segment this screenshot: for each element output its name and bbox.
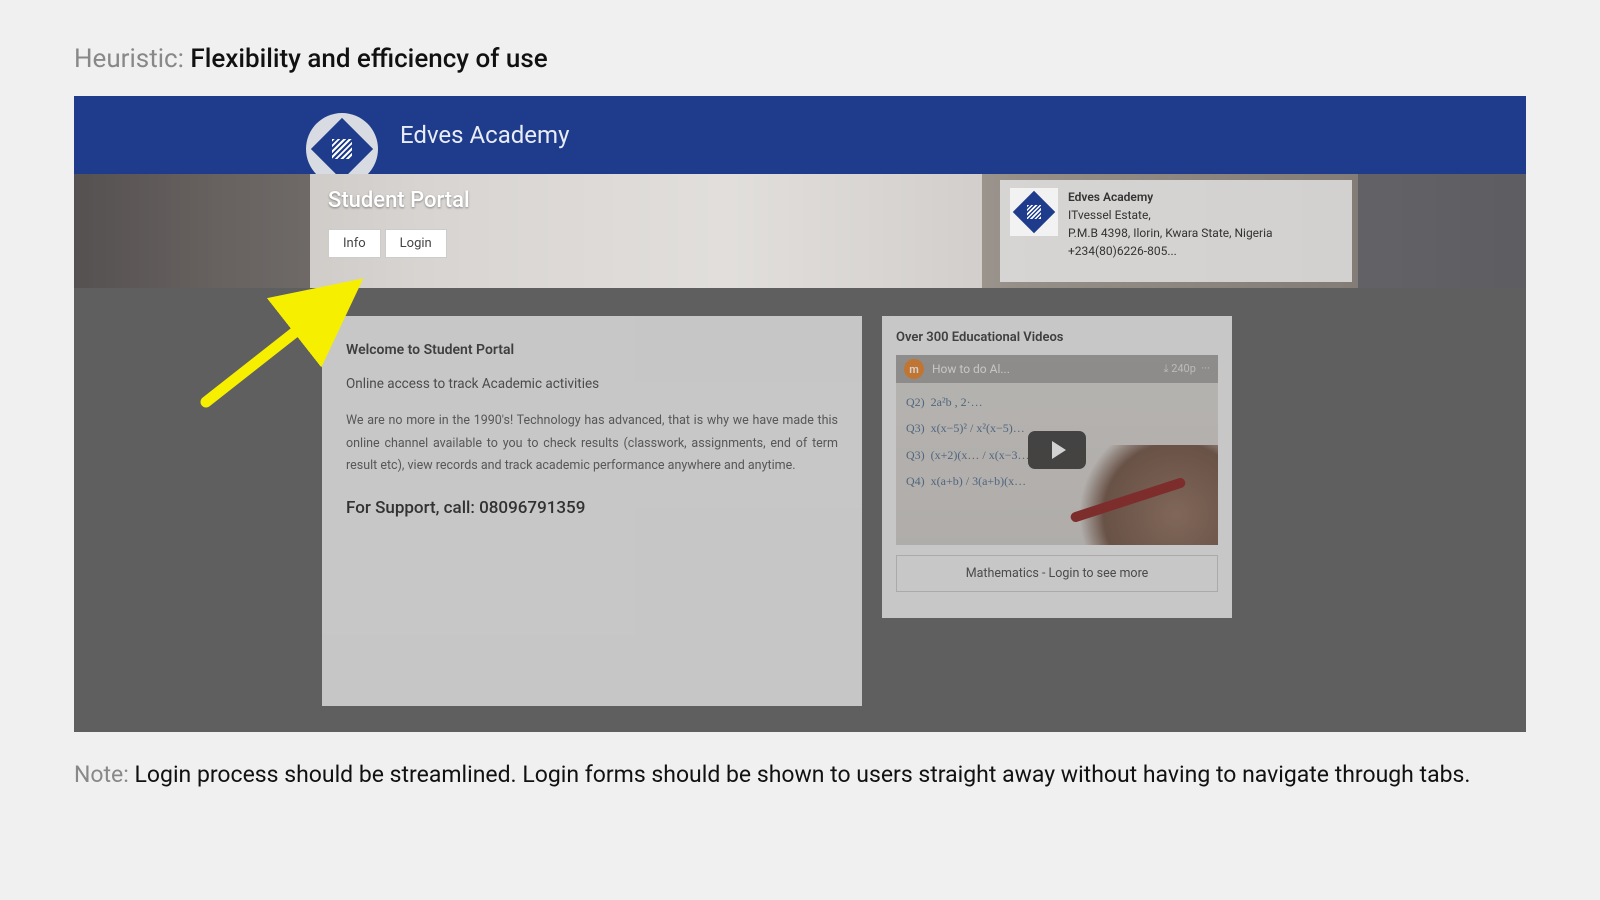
portal-tabs: Info Login: [328, 229, 964, 258]
annotated-screenshot: Edves Academy Student Portal Info Login …: [74, 96, 1526, 732]
welcome-body: We are no more in the 1990's! Technology…: [346, 410, 838, 478]
heuristic-value: Flexibility and efficiency of use: [190, 44, 547, 74]
video-math-scribbles: Q2) 2a²b , 2·… Q3) x(x−5)² / x²(x−5)… Q3…: [906, 389, 1030, 495]
note-label: Note:: [74, 761, 135, 788]
address-line1: ITvessel Estate,: [1068, 206, 1273, 224]
address-phone: +234(80)6226-805...: [1068, 242, 1273, 260]
video-badge-icon: m: [904, 359, 924, 379]
videos-heading: Over 300 Educational Videos: [896, 330, 1218, 345]
address-line2: P.M.B 4398, Ilorin, Kwara State, Nigeria: [1068, 224, 1273, 242]
tab-info[interactable]: Info: [328, 229, 381, 258]
content-row: Welcome to Student Portal Online access …: [322, 316, 1458, 706]
address-logo-icon: [1010, 188, 1058, 236]
note-body: Login process should be streamlined. Log…: [135, 761, 1471, 788]
address-text: Edves Academy ITvessel Estate, P.M.B 439…: [1068, 188, 1273, 260]
hero-bg-right: [1358, 174, 1526, 288]
play-icon[interactable]: [1028, 431, 1086, 469]
video-quality: ⤓ 240p ···: [1164, 362, 1210, 376]
welcome-title: Welcome to Student Portal: [346, 342, 838, 358]
portal-title: Student Portal: [328, 188, 964, 213]
welcome-panel: Welcome to Student Portal Online access …: [322, 316, 862, 706]
video-title: How to do Al...: [932, 362, 1010, 376]
welcome-subtitle: Online access to track Academic activiti…: [346, 376, 838, 392]
site-title: Edves Academy: [400, 121, 569, 149]
heuristic-label: Heuristic:: [74, 44, 190, 74]
hero-row: Student Portal Info Login Edves Academy …: [74, 174, 1526, 288]
videos-panel: Over 300 Educational Videos m How to do …: [882, 316, 1232, 618]
support-line: For Support, call: 08096791359: [346, 498, 838, 518]
address-name: Edves Academy: [1068, 188, 1273, 206]
note-text: Note: Login process should be streamline…: [74, 758, 1526, 793]
video-thumbnail[interactable]: m How to do Al... ⤓ 240p ··· Q2) 2a²b , …: [896, 355, 1218, 545]
site-topbar: Edves Academy: [74, 96, 1526, 174]
video-caption[interactable]: Mathematics - Login to see more: [896, 555, 1218, 592]
address-card: Edves Academy ITvessel Estate, P.M.B 439…: [1000, 180, 1352, 282]
hero-bg-left: [74, 174, 310, 288]
student-portal-panel: Student Portal Info Login: [310, 174, 982, 288]
heuristic-heading: Heuristic: Flexibility and efficiency of…: [74, 44, 1526, 74]
document-page: Heuristic: Flexibility and efficiency of…: [0, 0, 1600, 813]
video-topbar: m How to do Al... ⤓ 240p ···: [896, 355, 1218, 383]
tab-login[interactable]: Login: [385, 229, 447, 258]
